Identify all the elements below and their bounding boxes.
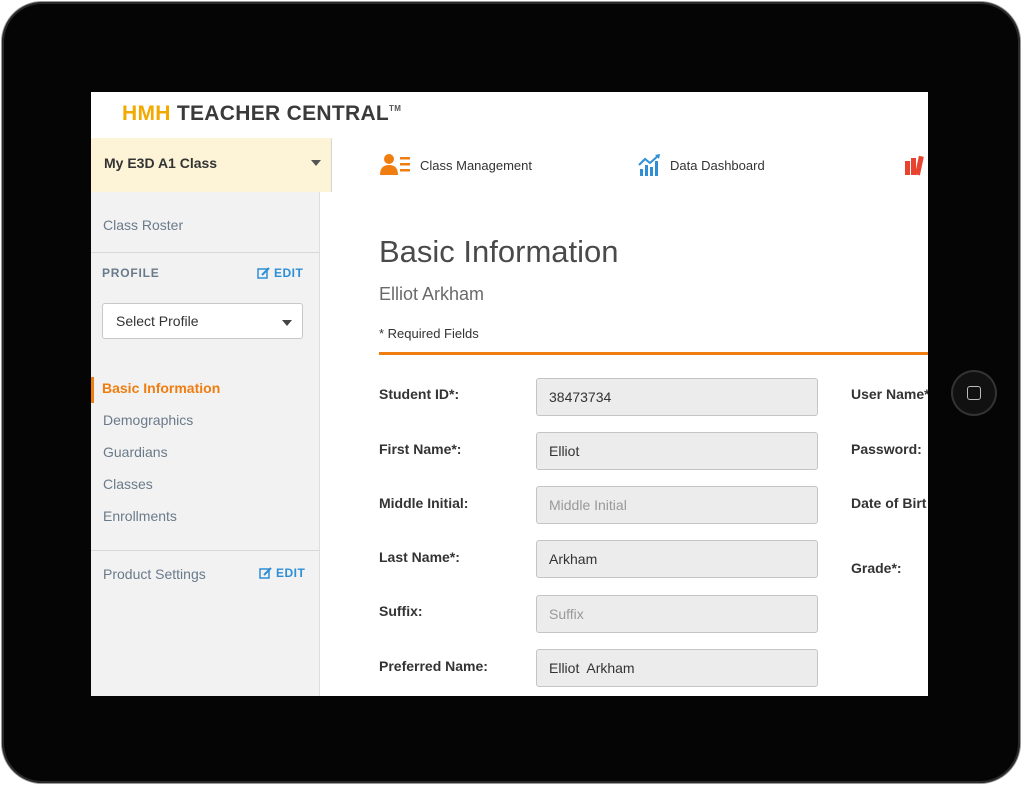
active-indicator (91, 377, 94, 403)
sidebar-item-product-settings[interactable]: Product Settings (103, 566, 206, 582)
password-label: Password: (851, 441, 922, 457)
nav-class-management[interactable]: Class Management (380, 138, 532, 192)
student-id-input[interactable] (536, 378, 818, 416)
app-screen: HMH TEACHER CENTRALTM My E3D A1 Class Cl… (91, 92, 928, 696)
sidebar-item-guardians[interactable]: Guardians (103, 444, 168, 460)
app-logo[interactable]: HMH TEACHER CENTRALTM (122, 102, 401, 126)
profile-select[interactable]: Select Profile (102, 303, 303, 339)
last-name-input[interactable] (536, 540, 818, 578)
preferred-name-label: Preferred Name: (379, 658, 488, 674)
first-name-input[interactable] (536, 432, 818, 470)
profile-heading: PROFILE (102, 266, 160, 280)
nav-data-dashboard-label: Data Dashboard (670, 157, 765, 173)
profile-edit-link[interactable]: EDIT (257, 266, 303, 280)
logo-brand: HMH (122, 102, 171, 125)
nav-class-management-label: Class Management (420, 157, 532, 173)
class-selector-value: My E3D A1 Class (104, 155, 218, 171)
last-name-label: Last Name*: (379, 549, 460, 565)
section-divider (379, 352, 928, 355)
sidebar-item-basic-information[interactable]: Basic Information (102, 380, 220, 396)
sidebar-item-class-roster[interactable]: Class Roster (103, 217, 183, 233)
home-button[interactable] (951, 370, 997, 416)
student-name: Elliot Arkham (379, 284, 485, 304)
logo-trademark: TM (389, 104, 402, 113)
divider (91, 550, 319, 551)
nav-data-dashboard[interactable]: Data Dashboard (638, 138, 765, 192)
product-settings-edit-link[interactable]: EDIT (259, 566, 305, 580)
sidebar-item-classes[interactable]: Classes (103, 476, 153, 492)
top-header: HMH TEACHER CENTRALTM (91, 92, 928, 139)
books-icon (905, 155, 924, 176)
main-content: Basic Information Elliot Arkham * Requir… (320, 192, 928, 696)
suffix-label: Suffix: (379, 603, 423, 619)
chart-icon (638, 154, 660, 176)
preferred-name-input[interactable] (536, 649, 818, 687)
sidebar: Class Roster PROFILE EDIT Select Profile… (91, 192, 320, 696)
middle-initial-input[interactable] (536, 486, 818, 524)
chevron-down-icon (282, 320, 292, 326)
profile-edit-label: EDIT (274, 266, 304, 280)
middle-initial-label: Middle Initial: (379, 495, 469, 511)
edit-icon (257, 266, 270, 279)
suffix-input[interactable] (536, 595, 818, 633)
student-id-label: Student ID*: (379, 386, 460, 402)
logo-product: TEACHER CENTRAL (176, 102, 390, 125)
date-of-birth-label: Date of Birt (851, 495, 927, 511)
edit-icon (259, 566, 272, 579)
first-name-label: First Name*: (379, 441, 462, 457)
profile-select-value: Select Profile (116, 313, 199, 329)
page-title: Basic Information (379, 234, 619, 269)
product-settings-edit-label: EDIT (276, 566, 306, 580)
sidebar-item-enrollments[interactable]: Enrollments (103, 508, 177, 524)
main-nav: Class Management Data Dashboard (332, 138, 928, 193)
user-name-label: User Name* (851, 386, 928, 402)
chevron-down-icon (311, 160, 321, 166)
divider (91, 252, 319, 253)
sidebar-item-demographics[interactable]: Demographics (103, 412, 193, 428)
home-square-icon (967, 386, 981, 400)
users-list-icon (380, 154, 410, 175)
grade-label: Grade*: (851, 560, 902, 576)
class-selector[interactable]: My E3D A1 Class (91, 138, 332, 192)
required-fields-note: * Required Fields (379, 326, 479, 341)
nav-resources[interactable] (904, 138, 926, 192)
